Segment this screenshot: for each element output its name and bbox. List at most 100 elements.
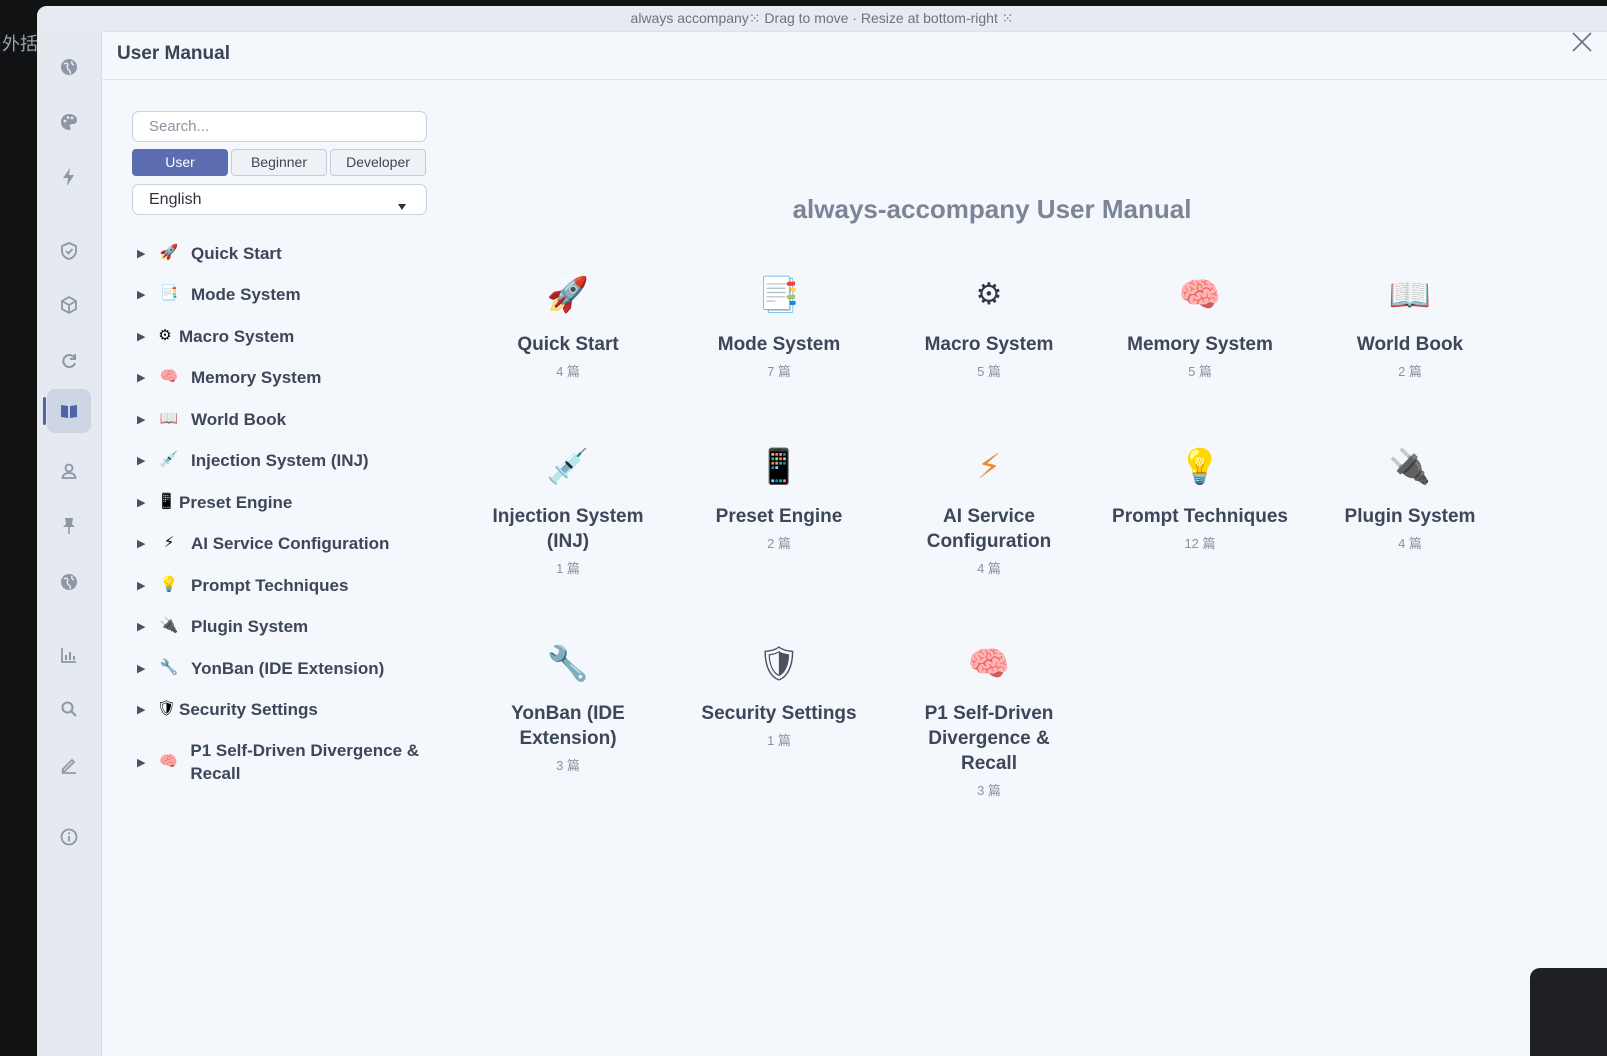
tree-item-preset-engine[interactable]: ▶ 📱 Preset Engine — [137, 491, 292, 514]
card-count: 4 篇 — [977, 561, 1001, 576]
tree-item-label: P1 Self-Driven Divergence & Recall — [190, 741, 420, 783]
chart-icon[interactable] — [47, 633, 91, 677]
card-mode-system[interactable]: 📑 Mode System 7 篇 — [689, 274, 869, 380]
manual-sidebar: User Beginner Developer English — [132, 111, 432, 215]
card-count: 3 篇 — [977, 783, 1001, 798]
expand-arrow-icon: ▶ — [137, 455, 146, 467]
card-title: AI Service Configuration — [926, 506, 1052, 552]
expand-arrow-icon: ▶ — [137, 497, 146, 509]
expand-arrow-icon: ▶ — [137, 331, 146, 343]
card-title: Preset Engine — [715, 506, 843, 527]
floating-widget[interactable] — [1530, 968, 1607, 1056]
card-ai-service-configuration[interactable]: ⚡ AI Service Configuration 4 篇 — [899, 446, 1079, 577]
card-security-settings[interactable]: 🛡 Security Settings 1 篇 — [689, 643, 869, 749]
book-icon[interactable] — [43, 389, 91, 433]
plug-icon: 🔌 — [1388, 448, 1432, 486]
expand-arrow-icon: ▶ — [137, 289, 146, 301]
pin-icon[interactable] — [47, 504, 91, 548]
brain-icon: 🧠 — [159, 753, 178, 770]
expand-arrow-icon: ▶ — [137, 248, 146, 260]
manual-window: always accompany⁙ Drag to move · Resize … — [37, 6, 1607, 1056]
card-count: 2 篇 — [1398, 364, 1422, 379]
shield-check-icon[interactable] — [47, 229, 91, 273]
plug-icon: 🔌 — [159, 617, 179, 634]
card-title: Mode System — [717, 334, 841, 355]
card-p1-divergence-recall[interactable]: 🧠 P1 Self-Driven Divergence & Recall 3 篇 — [899, 643, 1079, 799]
background-app-text: 外括 — [2, 34, 38, 55]
language-select-value: English — [149, 191, 202, 208]
tree-item-mode-system[interactable]: ▶ 📑 Mode System — [137, 283, 301, 306]
card-count: 5 篇 — [1188, 364, 1212, 379]
chevron-down-icon — [398, 197, 406, 210]
gear-icon: ⚙ — [158, 327, 172, 344]
tree-item-p1-divergence-recall[interactable]: ▶ 🧠 P1 Self-Driven Divergence & Recall — [137, 739, 427, 785]
open-book-icon: 📖 — [159, 410, 179, 427]
tree-item-memory-system[interactable]: ▶ 🧠 Memory System — [137, 366, 321, 389]
globe-icon[interactable] — [47, 45, 91, 89]
brain-icon: 🧠 — [1178, 276, 1222, 314]
card-count: 4 篇 — [1398, 536, 1422, 551]
card-title: Macro System — [924, 334, 1054, 355]
tree-item-plugin-system[interactable]: ▶ 🔌 Plugin System — [137, 615, 308, 638]
audience-developer-button[interactable]: Developer — [330, 149, 426, 176]
tree-item-label: Macro System — [179, 327, 295, 346]
card-preset-engine[interactable]: 📱 Preset Engine 2 篇 — [689, 446, 869, 552]
syringe-icon: 💉 — [546, 448, 590, 486]
tree-item-security-settings[interactable]: ▶ 🛡 Security Settings — [137, 698, 318, 721]
card-yonban[interactable]: 🔧 YonBan (IDE Extension) 3 篇 — [478, 643, 658, 774]
card-count: 2 篇 — [767, 536, 791, 551]
brain-icon: 🧠 — [967, 645, 1011, 683]
lightbulb-icon: 💡 — [159, 576, 179, 593]
card-count: 4 篇 — [556, 364, 580, 379]
tree-item-yonban[interactable]: ▶ 🔧 YonBan (IDE Extension) — [137, 657, 384, 680]
card-title: Quick Start — [517, 334, 619, 355]
card-title: P1 Self-Driven Divergence & Recall — [924, 703, 1054, 774]
card-macro-system[interactable]: ⚙ Macro System 5 篇 — [899, 274, 1079, 380]
tree-item-label: Quick Start — [191, 244, 282, 263]
wrench-icon: 🔧 — [159, 659, 179, 676]
tree-item-ai-service-configuration[interactable]: ▶ ⚡ AI Service Configuration — [137, 532, 389, 555]
card-world-book[interactable]: 📖 World Book 2 篇 — [1320, 274, 1500, 380]
search-icon[interactable] — [47, 687, 91, 731]
tree-item-label: Memory System — [191, 368, 322, 387]
card-title: Plugin System — [1344, 506, 1476, 527]
tree-item-quick-start[interactable]: ▶ 🚀 Quick Start — [137, 242, 282, 265]
device-icon: 📱 — [157, 493, 176, 510]
tree-item-prompt-techniques[interactable]: ▶ 💡 Prompt Techniques — [137, 574, 348, 597]
window-titlebar[interactable]: always accompany⁙ Drag to move · Resize … — [37, 6, 1607, 32]
tree-item-label: Preset Engine — [179, 493, 293, 512]
lightning-icon: ⚡ — [977, 448, 1001, 486]
card-prompt-techniques[interactable]: 💡 Prompt Techniques 12 篇 — [1110, 446, 1290, 552]
expand-arrow-icon: ▶ — [137, 663, 146, 675]
expand-arrow-icon: ▶ — [137, 414, 146, 426]
card-injection-system[interactable]: 💉 Injection System (INJ) 1 篇 — [478, 446, 658, 577]
card-count: 7 篇 — [767, 364, 791, 379]
user-icon[interactable] — [47, 449, 91, 493]
search-input[interactable] — [132, 111, 427, 142]
card-memory-system[interactable]: 🧠 Memory System 5 篇 — [1110, 274, 1290, 380]
edit-icon[interactable] — [47, 743, 91, 787]
tree-item-macro-system[interactable]: ▶ ⚙ Macro System — [137, 325, 294, 348]
palette-icon[interactable] — [47, 100, 91, 144]
card-plugin-system[interactable]: 🔌 Plugin System 4 篇 — [1320, 446, 1500, 552]
tree-item-world-book[interactable]: ▶ 📖 World Book — [137, 408, 286, 431]
brain-icon: 🧠 — [159, 368, 179, 385]
globe-icon[interactable] — [47, 560, 91, 604]
info-icon[interactable] — [47, 815, 91, 859]
expand-arrow-icon: ▶ — [137, 621, 146, 633]
page-title: always-accompany User Manual — [792, 194, 1192, 224]
card-quick-start[interactable]: 🚀 Quick Start 4 篇 — [478, 274, 658, 380]
audience-beginner-button[interactable]: Beginner — [231, 149, 327, 176]
audience-user-button[interactable]: User — [132, 149, 228, 176]
language-select[interactable]: English — [132, 184, 427, 215]
refresh-icon[interactable] — [47, 339, 91, 383]
card-count: 12 篇 — [1184, 536, 1216, 551]
tree-item-injection-system[interactable]: ▶ 💉 Injection System (INJ) — [137, 449, 369, 472]
card-title: YonBan (IDE Extension) — [511, 703, 625, 749]
card-title: Prompt Techniques — [1112, 506, 1288, 527]
cube-icon[interactable] — [47, 283, 91, 327]
expand-arrow-icon: ▶ — [137, 372, 146, 384]
lightning-icon[interactable] — [47, 155, 91, 199]
tree-item-label: YonBan (IDE Extension) — [191, 659, 385, 678]
shield-icon: 🛡 — [157, 700, 177, 717]
